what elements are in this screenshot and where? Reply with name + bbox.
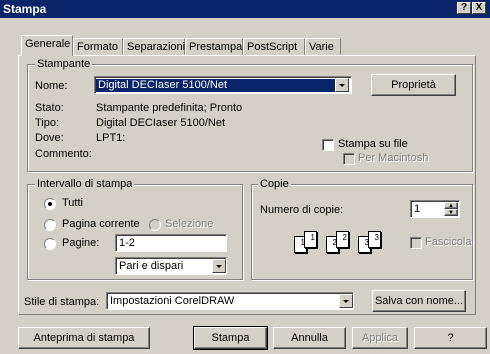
- type-label: Tipo:: [35, 117, 60, 129]
- printer-name-label: Nome:: [35, 80, 68, 92]
- print-to-file-checkbox[interactable]: [322, 139, 334, 151]
- page-icon: 3: [368, 231, 381, 248]
- collate-checkbox[interactable]: [410, 237, 422, 249]
- tab-formato[interactable]: Formato: [73, 38, 123, 55]
- tab-postscript[interactable]: PostScript: [243, 38, 305, 55]
- print-style-dropdown[interactable]: Impostazioni CorelDRAW: [106, 292, 354, 310]
- current-page-label[interactable]: Pagina corrente: [62, 218, 140, 230]
- where-label: Dove:: [35, 132, 64, 144]
- page-icon: 2: [336, 231, 349, 248]
- copies-number-label: Numero di copie:: [260, 204, 344, 216]
- status-value: Stampante predefinita; Pronto: [96, 102, 243, 114]
- status-label: Stato:: [35, 102, 64, 114]
- copies-number-value: 1: [414, 203, 421, 215]
- window-title: Stampa: [3, 2, 47, 16]
- pages-input[interactable]: 1-2: [115, 234, 227, 252]
- chevron-down-icon[interactable]: [335, 78, 349, 92]
- save-as-button[interactable]: Salva con nome...: [372, 290, 466, 312]
- cancel-button[interactable]: Annulla: [273, 327, 346, 349]
- print-to-file-label[interactable]: Stampa su file: [338, 138, 408, 150]
- print-style-value: Impostazioni CorelDRAW: [110, 295, 235, 307]
- spin-up-button[interactable]: ▲: [444, 202, 458, 209]
- comment-label: Commento:: [35, 148, 92, 160]
- print-preview-button[interactable]: Anteprima di stampa: [18, 327, 150, 349]
- selection-radio[interactable]: [149, 219, 161, 231]
- spin-down-button[interactable]: ▼: [444, 209, 458, 216]
- tab-separazioni[interactable]: Separazioni: [123, 38, 185, 55]
- tab-prestampa[interactable]: Prestampa: [185, 38, 243, 55]
- pages-radio[interactable]: [44, 238, 56, 250]
- all-radio[interactable]: [44, 198, 56, 210]
- collate-label: Fascicola: [425, 236, 472, 248]
- pages-label[interactable]: Pagine:: [62, 237, 99, 249]
- type-value: Digital DECIaser 5100/Net: [96, 117, 226, 129]
- printer-name-value: Digital DECIaser 5100/Net: [96, 79, 336, 92]
- tab-varie[interactable]: Varie: [305, 38, 341, 55]
- print-style-label: Stile di stampa:: [24, 296, 100, 308]
- all-label[interactable]: Tutti: [62, 197, 83, 209]
- help-button[interactable]: ?: [414, 327, 487, 349]
- pages-input-value: 1-2: [119, 237, 135, 249]
- printer-name-dropdown[interactable]: Digital DECIaser 5100/Net: [94, 76, 352, 94]
- copies-legend: Copie: [258, 178, 291, 190]
- selection-label: Selezione: [165, 218, 214, 230]
- odd-even-dropdown[interactable]: Pari e dispari: [115, 257, 227, 275]
- current-page-radio[interactable]: [44, 219, 56, 231]
- print-button[interactable]: Stampa: [193, 326, 268, 350]
- printer-legend: Stampante: [35, 58, 93, 70]
- properties-button[interactable]: Proprietà: [371, 74, 456, 96]
- help-title-button[interactable]: ?: [457, 2, 471, 14]
- for-mac-checkbox[interactable]: [343, 153, 355, 165]
- apply-button[interactable]: Applica: [352, 327, 408, 349]
- print-range-legend: Intervallo di stampa: [35, 178, 135, 190]
- copies-spinner[interactable]: 1 ▲ ▼: [410, 200, 460, 218]
- page-icon: 1: [304, 231, 317, 248]
- tab-generale[interactable]: Generale: [21, 35, 73, 56]
- where-value: LPT1:: [96, 132, 126, 144]
- close-title-button[interactable]: X: [472, 2, 486, 14]
- copies-group: [251, 184, 473, 280]
- title-bar[interactable]: Stampa ? X: [0, 0, 490, 18]
- chevron-down-icon[interactable]: [212, 259, 226, 273]
- for-mac-label: Per Macintosh: [358, 152, 429, 164]
- odd-even-value: Pari e dispari: [119, 260, 184, 272]
- chevron-down-icon[interactable]: [339, 294, 353, 308]
